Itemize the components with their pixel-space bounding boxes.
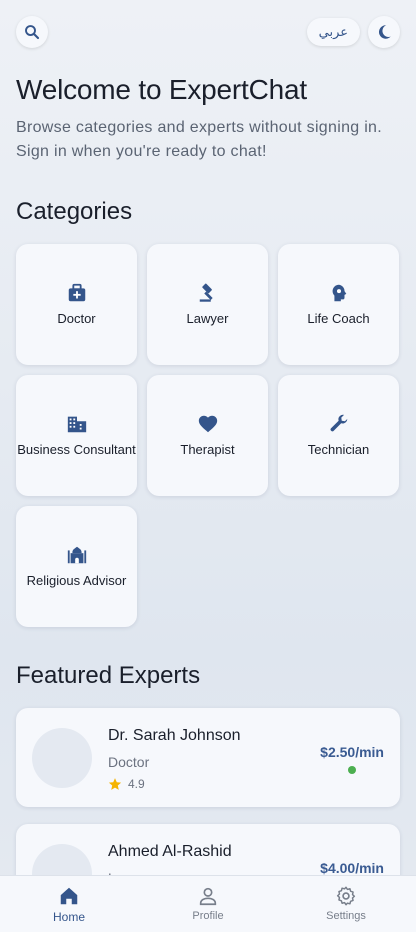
- heart-icon: [198, 415, 217, 433]
- search-icon: [25, 25, 40, 40]
- category-label: Religious Advisor: [26, 573, 127, 588]
- category-card-technician[interactable]: Technician: [278, 375, 399, 496]
- gavel-icon: [199, 283, 213, 302]
- category-label: Doctor: [57, 311, 96, 326]
- avatar: [32, 728, 92, 788]
- home-icon: [60, 887, 78, 905]
- nav-settings-label: Settings: [326, 910, 366, 922]
- search-button[interactable]: [16, 16, 48, 48]
- featured-experts-title: Featured Experts: [16, 662, 201, 689]
- expert-rating: 4.9: [108, 777, 145, 791]
- category-card-therapist[interactable]: Therapist: [147, 375, 268, 496]
- language-label: عربي: [318, 24, 348, 40]
- expert-name: Ahmed Al-Rashid: [108, 843, 232, 860]
- categories-title: Categories: [16, 198, 133, 225]
- top-bar: عربي: [16, 16, 400, 48]
- business-building-icon: [67, 416, 86, 433]
- expert-name: Dr. Sarah Johnson: [108, 727, 241, 744]
- expert-card[interactable]: Dr. Sarah Johnson Doctor 4.9 $2.50/min: [16, 708, 400, 807]
- category-label: Technician: [307, 442, 370, 457]
- moon-icon: [378, 25, 391, 39]
- category-card-religious-advisor[interactable]: Religious Advisor: [16, 506, 137, 627]
- bottom-navigation: Home Profile Settings: [0, 875, 416, 932]
- online-status-dot: [348, 766, 356, 774]
- category-card-lawyer[interactable]: Lawyer: [147, 244, 268, 365]
- category-label: Life Coach: [307, 311, 370, 326]
- nav-home-label: Home: [52, 910, 85, 924]
- category-label: Therapist: [180, 442, 235, 457]
- nav-profile[interactable]: Profile: [168, 885, 248, 922]
- head-psychology-icon: [332, 284, 346, 302]
- category-card-business-consultant[interactable]: Business Consultant: [16, 375, 137, 496]
- mosque-icon: [67, 546, 86, 564]
- welcome-title: Welcome to ExpertChat: [16, 74, 307, 105]
- category-card-doctor[interactable]: Doctor: [16, 244, 137, 365]
- category-label: Lawyer: [186, 311, 229, 326]
- expert-role: Doctor: [108, 754, 150, 770]
- nav-home[interactable]: Home: [29, 885, 109, 924]
- dark-mode-button[interactable]: [368, 16, 400, 48]
- expert-price: $2.50/min: [320, 744, 384, 760]
- expert-price: $4.00/min: [320, 860, 384, 876]
- language-toggle-button[interactable]: عربي: [306, 18, 360, 46]
- nav-settings[interactable]: Settings: [306, 885, 386, 922]
- rating-value: 4.9: [128, 777, 145, 791]
- category-label: Business Consultant: [17, 442, 136, 457]
- nav-profile-label: Profile: [192, 910, 224, 922]
- wrench-icon: [330, 414, 348, 432]
- person-icon: [199, 887, 217, 906]
- gear-icon: [336, 886, 356, 906]
- medical-bag-icon: [68, 283, 85, 302]
- category-card-life-coach[interactable]: Life Coach: [278, 244, 399, 365]
- star-icon: [108, 778, 122, 790]
- welcome-subtitle: Browse categories and experts without si…: [16, 119, 383, 160]
